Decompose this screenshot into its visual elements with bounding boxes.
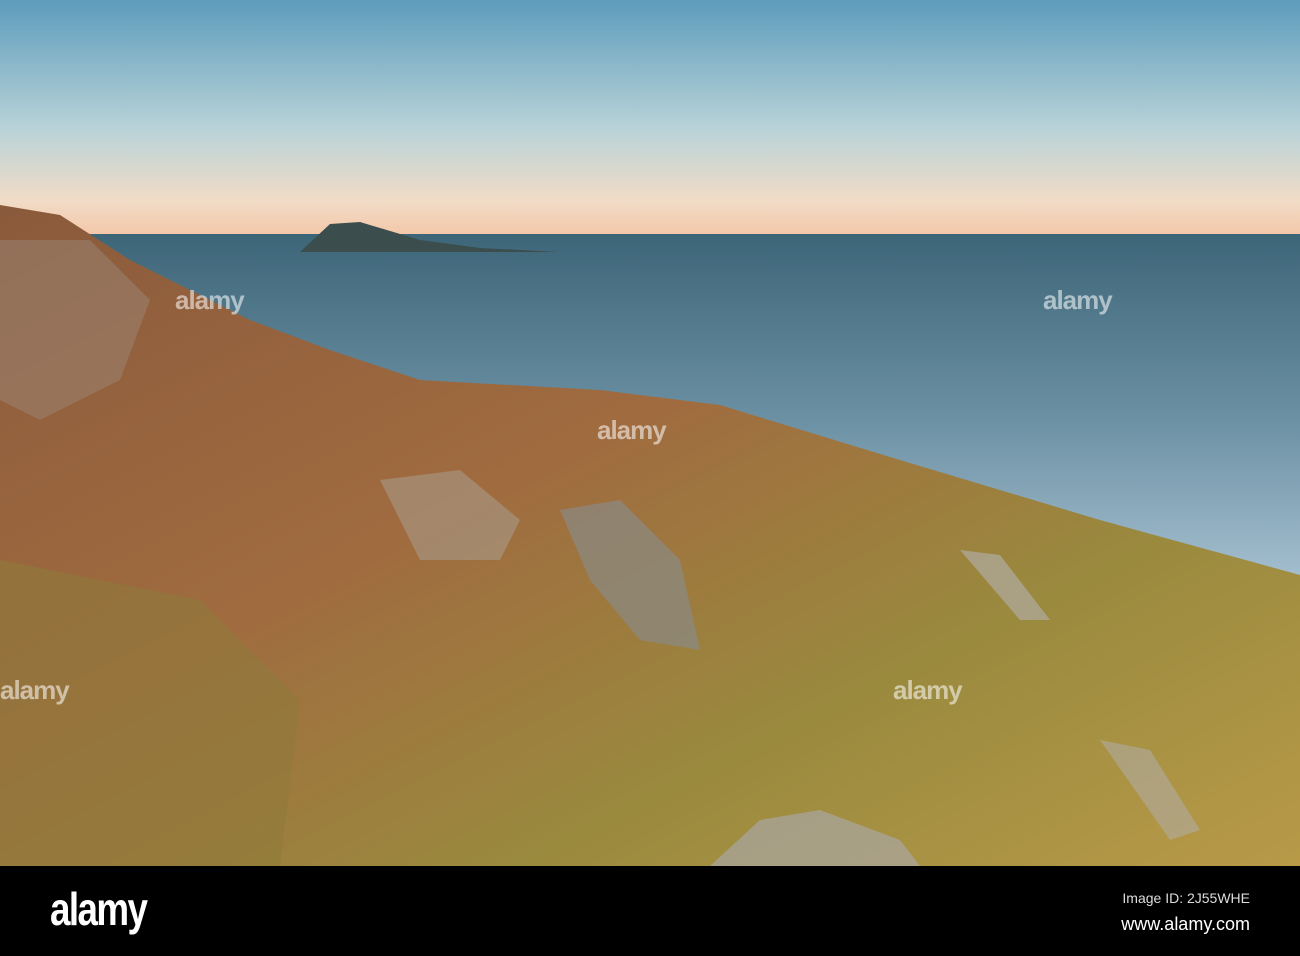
website-link: www.alamy.com (1121, 914, 1250, 934)
alamy-logo: alamy (50, 883, 148, 935)
watermark-text: alamy (597, 415, 667, 445)
watermark-text: alamy (1043, 285, 1113, 315)
footer-bar: alamy Image ID: 2J55WHE www.alamy.com (0, 866, 1300, 956)
watermark-text: alamy (893, 675, 963, 705)
watermark-text: alamy (175, 285, 245, 315)
stock-photo: alamy alamy alamy alamy alamy alamy Imag… (0, 0, 1300, 956)
watermark-text: alamy (0, 675, 70, 705)
sky (0, 0, 1300, 236)
image-id: Image ID: 2J55WHE (1122, 890, 1250, 906)
